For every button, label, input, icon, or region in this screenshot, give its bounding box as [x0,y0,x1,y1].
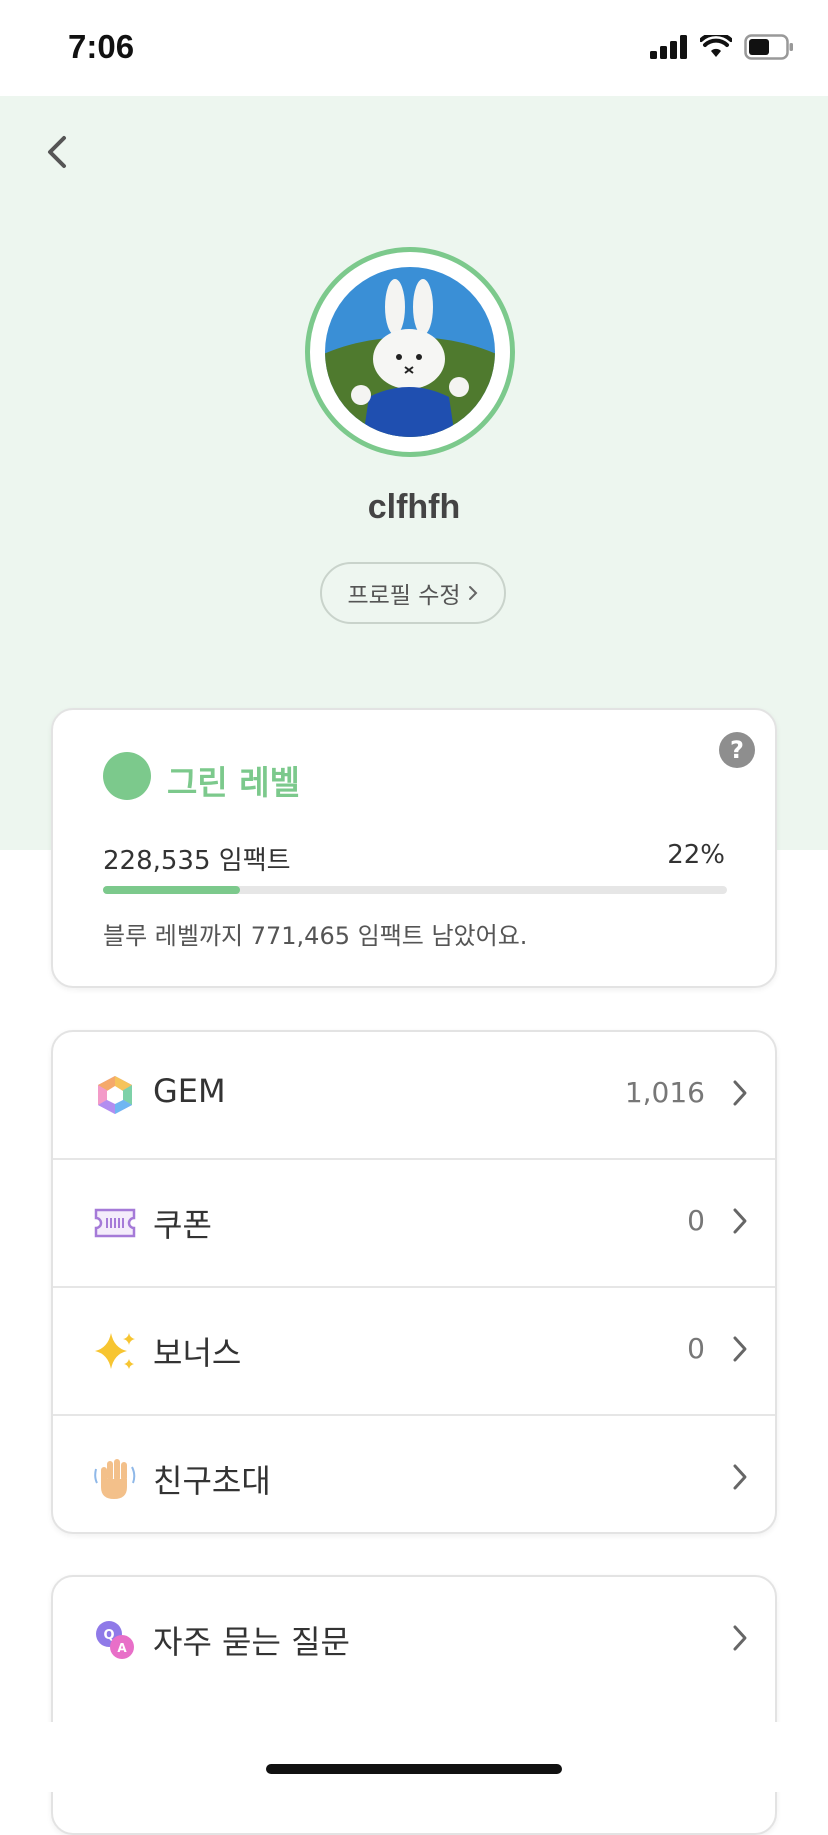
battery-icon [744,34,793,60]
remaining-impact-text: 블루 레벨까지 771,465 임팩트 남았어요. [103,922,528,950]
level-progress-bar [103,886,727,894]
wifi-icon [700,35,732,57]
level-progress-fill [103,886,241,894]
rewards-menu: GEM 1,016 쿠폰 0 보너스 0 친구초대 [51,1030,777,1534]
level-badge-icon [103,752,151,800]
qa-icon: Q A [96,1621,134,1659]
chevron-right-icon [733,1625,747,1651]
menu-value: 0 [687,1204,705,1237]
edit-profile-button[interactable]: 프로필 수정 [320,562,506,624]
back-chevron-icon[interactable] [38,128,78,176]
status-time: 7:06 [68,28,135,65]
level-card: ? 그린 레벨 228,535 임팩트 22% 블루 레벨까지 771,465 … [51,708,777,988]
menu-row-bonus[interactable]: 보너스 0 [53,1288,775,1416]
help-icon[interactable]: ? [719,732,755,768]
menu-label: 쿠폰 [153,1206,212,1244]
edit-profile-label: 프로필 수정 [347,583,461,609]
avatar [325,267,495,437]
gem-icon [98,1076,132,1114]
menu-label: GEM [153,1072,226,1110]
avatar-image [325,267,495,437]
chevron-right-icon [733,1080,747,1106]
status-bar: 7:06 [0,0,828,96]
avatar-ring[interactable] [305,247,515,457]
chevron-right-icon [468,586,477,600]
menu-value: 0 [687,1332,705,1365]
chevron-right-icon [733,1464,747,1490]
coupon-icon [94,1208,136,1238]
signal-icon [650,35,687,59]
bottom-safe-area [0,1722,828,1792]
status-icons [650,34,794,60]
level-name: 그린 레벨 [167,763,300,802]
menu-row-gem[interactable]: GEM 1,016 [53,1032,775,1160]
menu-label: 자주 묻는 질문 [153,1623,350,1661]
menu-row-faq[interactable]: Q A 자주 묻는 질문 [53,1577,775,1703]
home-indicator[interactable] [266,1764,562,1774]
chevron-right-icon [733,1336,747,1362]
impact-value: 228,535 임팩트 [103,846,291,876]
menu-label: 친구초대 [153,1462,271,1500]
impact-percent: 22% [667,840,725,870]
menu-row-coupon[interactable]: 쿠폰 0 [53,1160,775,1288]
menu-value: 1,016 [624,1076,705,1109]
sparkles-icon [95,1333,135,1369]
username: clfhfh [367,488,461,526]
menu-label: 보너스 [153,1334,242,1372]
support-menu: Q A 자주 묻는 질문 [51,1575,777,1835]
menu-row-invite-friends[interactable]: 친구초대 [53,1416,775,1542]
waving-hand-icon [94,1459,136,1499]
chevron-right-icon [733,1208,747,1234]
svg-text:A: A [117,1641,127,1655]
